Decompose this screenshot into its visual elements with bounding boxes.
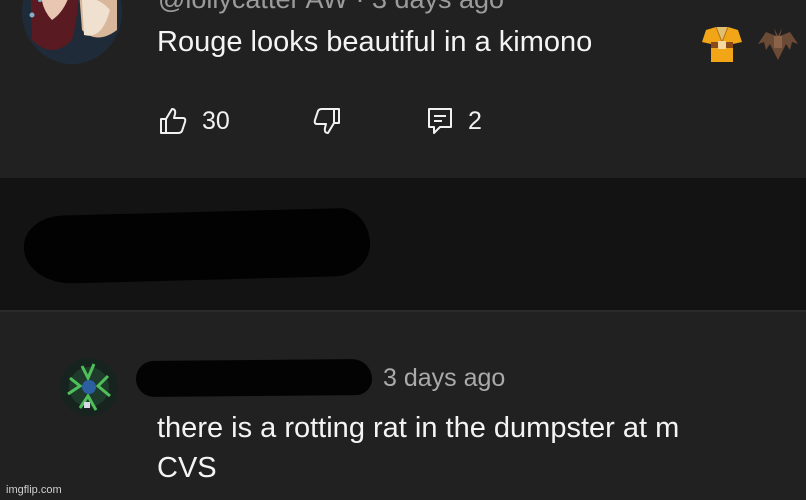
reply-count: 2: [468, 106, 482, 135]
avatar[interactable]: [60, 358, 118, 416]
comment-text-line: CVS: [157, 452, 217, 484]
bat-icon: [756, 22, 800, 66]
comment-text: Rouge looks beautiful in a kimono: [157, 26, 593, 58]
like-count: 30: [202, 106, 230, 135]
kimono-icon: [700, 22, 744, 66]
bottom-comment-panel: [0, 312, 806, 500]
reply-button[interactable]: 2: [426, 104, 482, 138]
avatar-art-icon: [60, 358, 118, 416]
dislike-button[interactable]: [312, 104, 342, 138]
thumbs-down-icon: [313, 108, 340, 134]
watermark: imgflip.com: [6, 484, 62, 496]
comment-author-handle[interactable]: @lollycatter AW · 3 days ago: [158, 0, 504, 15]
comment-timestamp[interactable]: 3 days ago: [383, 364, 505, 393]
redacted-comment-scribble: [23, 207, 371, 285]
comment-text-line: there is a rotting rat in the dumpster a…: [157, 412, 680, 444]
redacted-username-scribble: [135, 358, 373, 398]
like-button[interactable]: 30: [158, 104, 230, 138]
thumbs-up-icon: [160, 108, 187, 134]
comment-icon: [428, 108, 452, 134]
